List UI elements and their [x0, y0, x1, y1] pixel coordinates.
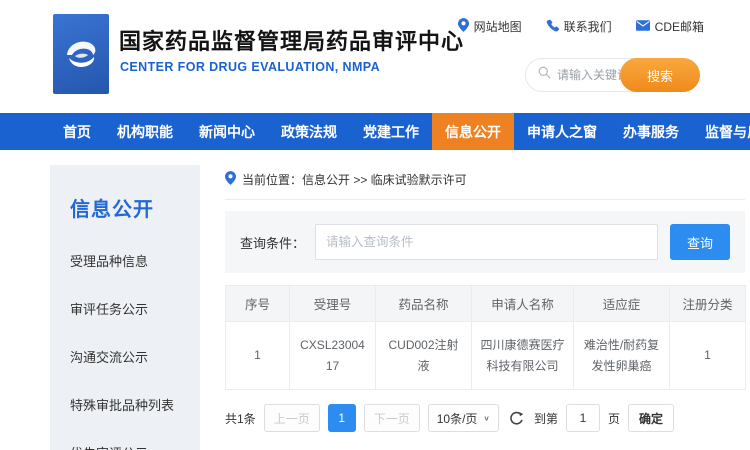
nav-item-services[interactable]: 办事服务	[610, 113, 692, 150]
results-table: 序号 受理号 药品名称 申请人名称 适应症 注册分类 1 CXSL2300417…	[225, 285, 746, 390]
sidebar-item-review-tasks[interactable]: 审评任务公示	[50, 299, 200, 318]
page-body: 信息公开 受理品种信息 审评任务公示 沟通交流公示 特殊审批品种列表 优先审评公…	[0, 150, 750, 450]
breadcrumb: 当前位置：信息公开 >> 临床试验默示许可	[225, 171, 745, 188]
sidebar-item-special-approval-list[interactable]: 特殊审批品种列表	[50, 395, 200, 414]
refresh-icon[interactable]	[509, 411, 524, 426]
query-button[interactable]: 查询	[670, 224, 730, 260]
mail-link[interactable]: CDE邮箱	[636, 18, 704, 35]
goto-page-suffix: 页	[608, 410, 620, 427]
cell-drug-name: CUD002注射液	[376, 322, 472, 390]
query-bar: 查询条件： 查询	[225, 211, 745, 273]
cde-swirl-icon	[61, 32, 101, 77]
cell-reg-category: 1	[670, 322, 746, 390]
sidebar-title: 信息公开	[50, 165, 200, 222]
nav-item-org-functions[interactable]: 机构职能	[104, 113, 186, 150]
page-number-1[interactable]: 1	[328, 404, 356, 432]
cell-acceptance-no: CXSL2300417	[290, 322, 376, 390]
contact-link[interactable]: 联系我们	[546, 18, 612, 35]
main-content: 当前位置：信息公开 >> 临床试验默示许可 查询条件： 查询 序号 受理号 药品…	[225, 165, 745, 432]
column-header-indication: 适应症	[574, 286, 670, 322]
cell-seq: 1	[226, 322, 290, 390]
breadcrumb-text: 当前位置：信息公开 >> 临床试验默示许可	[242, 171, 467, 188]
sidebar: 信息公开 受理品种信息 审评任务公示 沟通交流公示 特殊审批品种列表 优先审评公…	[50, 165, 200, 450]
column-header-acceptance-no: 受理号	[290, 286, 376, 322]
query-condition-input[interactable]	[315, 224, 658, 260]
table-header-row: 序号 受理号 药品名称 申请人名称 适应症 注册分类	[226, 286, 746, 322]
location-pin-icon	[458, 18, 469, 35]
column-header-seq: 序号	[226, 286, 290, 322]
cde-website-page: 国家药品监督管理局药品审评中心 CENTER FOR DRUG EVALUATI…	[0, 0, 750, 450]
table-row: 1 CXSL2300417 CUD002注射液 四川康德赛医疗科技有限公司 难治…	[226, 322, 746, 390]
breadcrumb-divider	[225, 199, 745, 200]
nav-item-applicant-window[interactable]: 申请人之窗	[514, 113, 610, 150]
chevron-down-icon: ∨	[483, 414, 490, 423]
goto-confirm-button[interactable]: 确定	[628, 404, 674, 432]
nav-item-news-center[interactable]: 新闻中心	[186, 113, 268, 150]
column-header-reg-category: 注册分类	[670, 286, 746, 322]
cell-applicant: 四川康德赛医疗科技有限公司	[472, 322, 574, 390]
pagination: 共1条 上一页 1 下一页 10条/页 ∨ 到第 页 确定	[225, 404, 745, 432]
column-header-drug-name: 药品名称	[376, 286, 472, 322]
sidebar-item-accepted-varieties[interactable]: 受理品种信息	[50, 251, 200, 270]
nav-item-supervision-feedback[interactable]: 监督与反馈	[692, 113, 750, 150]
envelope-icon	[636, 20, 650, 34]
goto-page-input[interactable]	[566, 404, 600, 432]
column-header-applicant: 申请人名称	[472, 286, 574, 322]
nav-item-info-disclosure[interactable]: 信息公开	[432, 113, 514, 150]
query-label: 查询条件：	[240, 233, 305, 252]
next-page-button[interactable]: 下一页	[364, 404, 420, 432]
prev-page-button[interactable]: 上一页	[264, 404, 320, 432]
phone-icon	[546, 19, 559, 35]
search-button[interactable]: 搜索	[620, 58, 700, 92]
site-subtitle: CENTER FOR DRUG EVALUATION, NMPA	[120, 60, 380, 74]
main-nav: 首页 机构职能 新闻中心 政策法规 党建工作 信息公开 申请人之窗 办事服务 监…	[0, 113, 750, 150]
cde-logo[interactable]	[53, 14, 109, 94]
goto-page-prefix: 到第	[534, 410, 558, 427]
nav-item-policies[interactable]: 政策法规	[268, 113, 350, 150]
site-title: 国家药品监督管理局药品审评中心	[119, 24, 464, 56]
total-count: 共1条	[225, 410, 256, 427]
sidebar-item-communication[interactable]: 沟通交流公示	[50, 347, 200, 366]
header-search: 搜索	[525, 58, 700, 92]
nav-item-home[interactable]: 首页	[50, 113, 104, 150]
sitemap-link[interactable]: 网站地图	[458, 18, 522, 35]
nav-item-party-building[interactable]: 党建工作	[350, 113, 432, 150]
page-size-select[interactable]: 10条/页 ∨	[428, 404, 499, 432]
header-quick-links: 网站地图 联系我们 CDE邮箱	[458, 18, 704, 35]
site-header: 国家药品监督管理局药品审评中心 CENTER FOR DRUG EVALUATI…	[0, 0, 750, 112]
location-pin-icon	[225, 171, 236, 188]
sidebar-item-priority-review[interactable]: 优先审评公示	[50, 443, 200, 450]
magnifier-icon	[538, 66, 551, 84]
cell-indication: 难治性/耐药复发性卵巢癌	[574, 322, 670, 390]
